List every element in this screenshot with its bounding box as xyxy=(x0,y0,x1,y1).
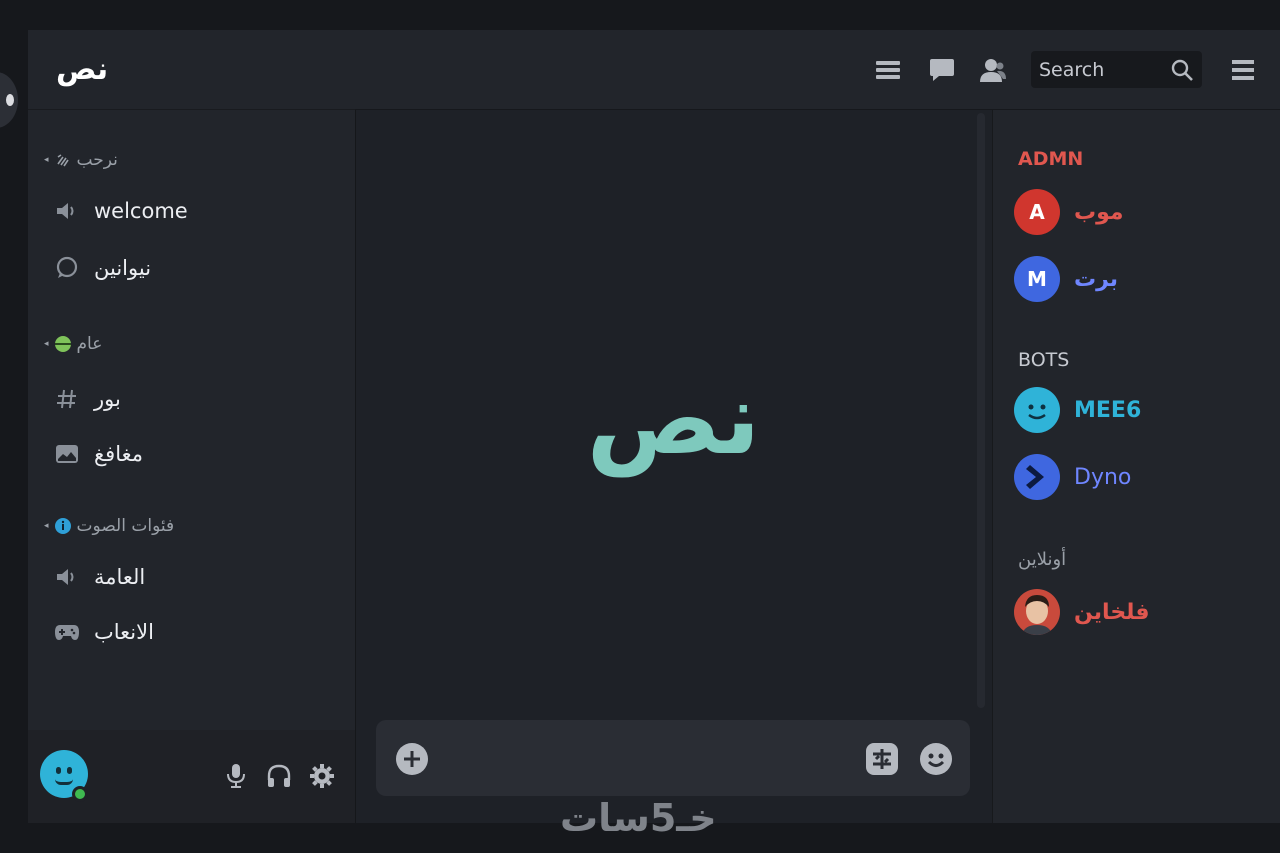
category-label: نرحب xyxy=(76,150,118,170)
smiley-icon xyxy=(1028,404,1046,420)
category-voice[interactable]: ◂ فئوات الصوت xyxy=(44,514,174,538)
avatar xyxy=(1014,589,1060,635)
user-panel xyxy=(28,730,355,823)
top-bar xyxy=(355,30,1280,110)
microphone-button[interactable] xyxy=(222,762,250,790)
microphone-icon xyxy=(227,764,245,788)
settings-button[interactable] xyxy=(308,762,336,790)
server-icon[interactable] xyxy=(0,72,18,128)
channel-welcome[interactable]: welcome xyxy=(54,193,188,229)
hash-icon xyxy=(54,386,80,412)
gear-icon xyxy=(310,764,334,788)
watermark-text: خـ5سات xyxy=(560,796,717,840)
channel-label: الانعاب xyxy=(94,620,154,644)
online-status-dot xyxy=(72,786,88,802)
plus-icon xyxy=(396,743,428,775)
chat-bubble-icon xyxy=(54,255,80,281)
threads-button[interactable] xyxy=(873,55,903,85)
window-top-strip xyxy=(0,0,1280,30)
category-general[interactable]: ◂ عام xyxy=(44,332,102,356)
info-icon xyxy=(54,518,71,534)
search-icon[interactable] xyxy=(1170,58,1194,82)
category-label: فئوات الصوت xyxy=(76,516,175,536)
members-button[interactable] xyxy=(978,55,1008,85)
category-label: عام xyxy=(76,334,103,354)
gamepad-icon xyxy=(54,619,80,645)
message-composer xyxy=(376,720,970,796)
avatar xyxy=(1014,454,1060,500)
emoji-button[interactable] xyxy=(920,743,952,775)
member-name: موب xyxy=(1074,199,1124,225)
channel-label: welcome xyxy=(94,199,188,223)
server-name: نص xyxy=(56,52,109,87)
member-item[interactable]: A موب xyxy=(1014,188,1124,236)
member-name: فلخاين xyxy=(1074,599,1150,625)
avatar: M xyxy=(1014,256,1060,302)
wave-icon xyxy=(56,154,69,167)
chat-icon xyxy=(930,59,954,81)
menu-button[interactable] xyxy=(1228,55,1258,85)
channel-label: مغافغ xyxy=(94,442,143,466)
image-icon xyxy=(54,441,80,467)
server-rail xyxy=(0,30,28,823)
channel-label: بور xyxy=(94,387,121,411)
channel-media[interactable]: مغافغ xyxy=(54,436,143,472)
avatar xyxy=(1014,387,1060,433)
member-item[interactable]: Dyno xyxy=(1014,453,1131,501)
caret-icon: ◂ xyxy=(44,521,49,531)
role-header-admin: ADMN xyxy=(1018,148,1084,170)
caret-icon: ◂ xyxy=(44,339,49,349)
caret-icon: ◂ xyxy=(44,155,49,165)
sticker-button[interactable] xyxy=(866,743,898,775)
member-item[interactable]: MEE6 xyxy=(1014,386,1141,434)
member-name: MEE6 xyxy=(1074,397,1142,423)
member-list: ADMN A موب M برت BOTS MEE6 Dyno أونلاين … xyxy=(992,110,1280,823)
main-content-text: نص xyxy=(586,360,761,477)
search-box xyxy=(1031,51,1202,88)
chevron-icon xyxy=(1026,465,1044,489)
role-header-online: أونلاين xyxy=(1018,549,1067,570)
search-input[interactable] xyxy=(1031,51,1166,88)
chat-button[interactable] xyxy=(927,55,957,85)
message-input[interactable] xyxy=(436,738,856,778)
member-name: برت xyxy=(1074,266,1119,292)
channel-news[interactable]: نيوانين xyxy=(54,250,151,286)
headphones-icon xyxy=(267,764,291,787)
channel-games[interactable]: الانعاب xyxy=(54,614,154,650)
channel-sidebar: نص ◂ نرحب welcome نيوانين ◂ عام بور مغاف… xyxy=(28,30,355,823)
channel-bor[interactable]: بور xyxy=(54,381,121,417)
threads-icon xyxy=(876,61,900,79)
members-icon xyxy=(980,59,1006,82)
channel-voice-general[interactable]: العامة xyxy=(54,559,145,595)
member-name: Dyno xyxy=(1074,464,1132,490)
menu-icon xyxy=(1232,60,1254,80)
channel-label: العامة xyxy=(94,565,146,589)
role-header-bots: BOTS xyxy=(1018,349,1070,371)
member-item[interactable]: فلخاين xyxy=(1014,588,1150,636)
speaker-icon xyxy=(54,198,80,224)
category-welcome[interactable]: ◂ نرحب xyxy=(44,148,118,172)
emoji-icon xyxy=(920,743,952,775)
speaker-icon xyxy=(54,564,80,590)
green-dot-icon xyxy=(54,336,71,352)
sticker-icon xyxy=(866,743,898,775)
add-attachment-button[interactable] xyxy=(396,743,428,775)
headphones-button[interactable] xyxy=(265,762,293,790)
scrollbar[interactable] xyxy=(977,113,985,708)
avatar: A xyxy=(1014,189,1060,235)
person-photo xyxy=(1022,595,1052,635)
member-item[interactable]: M برت xyxy=(1014,255,1118,303)
channel-label: نيوانين xyxy=(94,256,152,280)
server-header[interactable]: نص xyxy=(28,30,355,110)
